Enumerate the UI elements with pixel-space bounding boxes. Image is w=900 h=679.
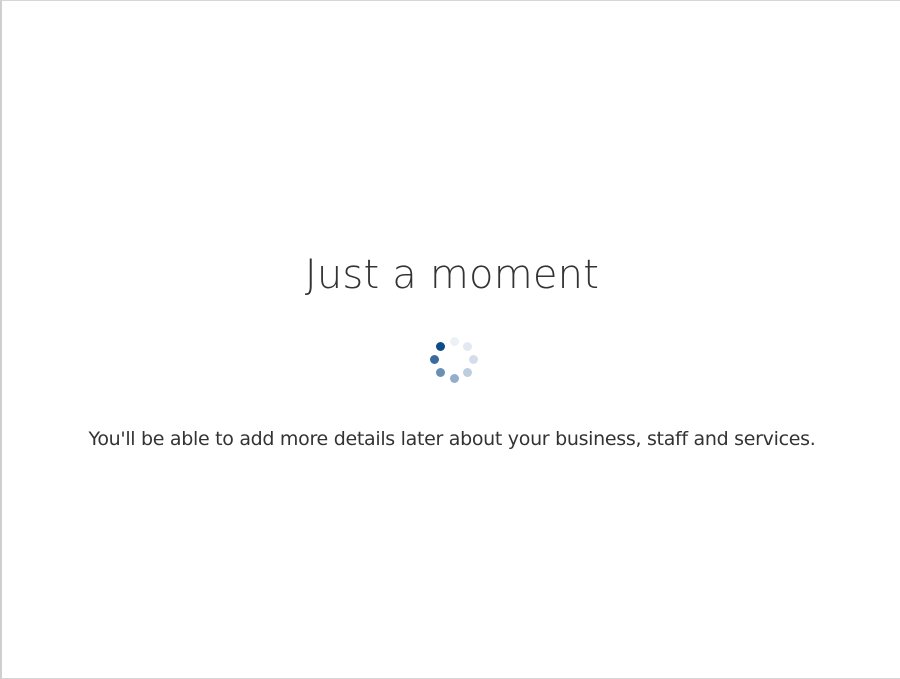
spinner-dot xyxy=(463,342,472,351)
spinner-dot xyxy=(469,355,478,364)
spinner-dot xyxy=(450,337,459,346)
spinner-dot xyxy=(430,355,439,364)
loading-message: You'll be able to add more details later… xyxy=(88,428,816,450)
loading-spinner-icon xyxy=(429,335,479,385)
spinner-dot xyxy=(463,368,472,377)
spinner-dot xyxy=(436,342,445,351)
spinner-dot xyxy=(436,368,445,377)
spinner-dot xyxy=(450,374,459,383)
page-title: Just a moment xyxy=(304,252,600,298)
loading-page: Just a moment You'll be able to add more… xyxy=(0,0,900,679)
